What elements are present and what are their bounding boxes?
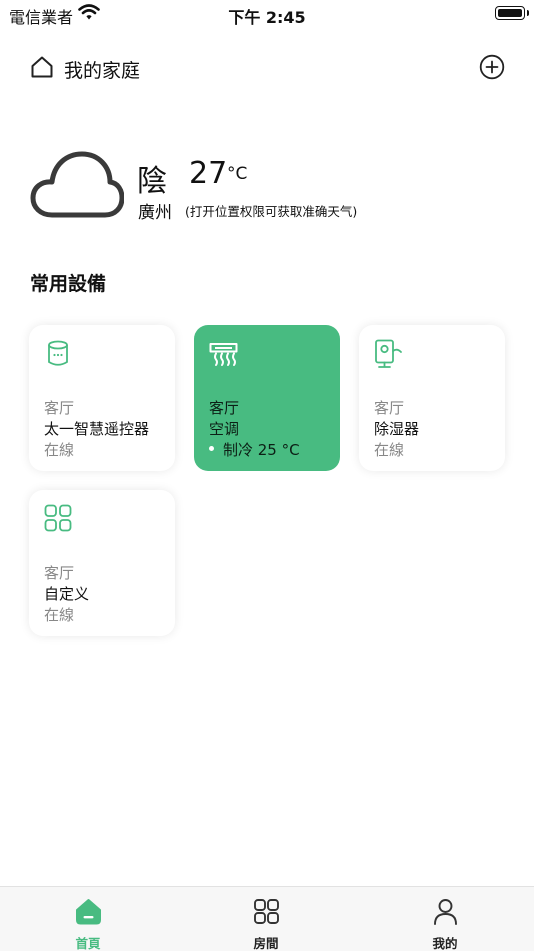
section-title: 常用設備 bbox=[30, 273, 107, 295]
profile-icon bbox=[432, 898, 459, 929]
device-card-remote[interactable]: 客厅 太一智慧遥控器 在線 bbox=[29, 325, 175, 471]
tab-label: 我的 bbox=[432, 936, 458, 951]
dehumidifier-icon bbox=[374, 339, 404, 373]
device-room: 客厅 bbox=[209, 399, 240, 417]
device-name: 自定义 bbox=[44, 585, 90, 603]
remote-control-icon bbox=[44, 339, 74, 373]
tab-label: 首頁 bbox=[75, 936, 101, 951]
home-icon bbox=[30, 55, 54, 83]
device-name: 太一智慧遥控器 bbox=[44, 420, 150, 438]
add-button[interactable] bbox=[479, 54, 505, 84]
home-tab-icon bbox=[75, 898, 102, 929]
device-room: 客厅 bbox=[374, 399, 405, 417]
weather-city: 廣州 bbox=[138, 203, 172, 223]
weather-unit: °C bbox=[227, 164, 248, 184]
device-card-custom[interactable]: 客厅 自定义 在線 bbox=[29, 490, 175, 636]
air-conditioner-icon bbox=[209, 339, 239, 373]
location-permission-hint[interactable]: (打开位置权限可获取准确天气) bbox=[185, 201, 357, 220]
rooms-grid-icon bbox=[253, 898, 280, 929]
custom-grid-icon bbox=[44, 504, 72, 536]
tab-rooms[interactable]: 房間 bbox=[206, 887, 326, 951]
status-bar: 電信業者 下午 2:45 bbox=[0, 0, 534, 28]
device-status: 制冷 25 °C bbox=[223, 441, 300, 459]
tab-bar: 首頁 房間 我的 bbox=[0, 886, 534, 951]
clock: 下午 2:45 bbox=[228, 8, 306, 27]
device-card-air-conditioner[interactable]: 客厅 空调 制冷 25 °C bbox=[194, 325, 340, 471]
device-name: 除湿器 bbox=[374, 420, 420, 438]
device-room: 客厅 bbox=[44, 564, 75, 582]
weather-condition: 陰 bbox=[137, 164, 167, 199]
tab-label: 房間 bbox=[253, 936, 279, 951]
weather-temperature: 27 bbox=[189, 156, 228, 191]
device-card-dehumidifier[interactable]: 客厅 除湿器 在線 bbox=[359, 325, 505, 471]
device-name: 空调 bbox=[209, 420, 240, 438]
device-status: 在線 bbox=[44, 606, 75, 624]
tab-profile[interactable]: 我的 bbox=[385, 887, 505, 951]
cloud-icon bbox=[30, 148, 125, 224]
device-room: 客厅 bbox=[44, 399, 75, 417]
device-status: 在線 bbox=[374, 441, 405, 459]
battery-icon bbox=[495, 6, 529, 20]
header: 我的家庭 bbox=[0, 48, 534, 88]
device-status: 在線 bbox=[44, 441, 75, 459]
tab-home[interactable]: 首頁 bbox=[28, 887, 148, 951]
home-title[interactable]: 我的家庭 bbox=[64, 56, 140, 83]
